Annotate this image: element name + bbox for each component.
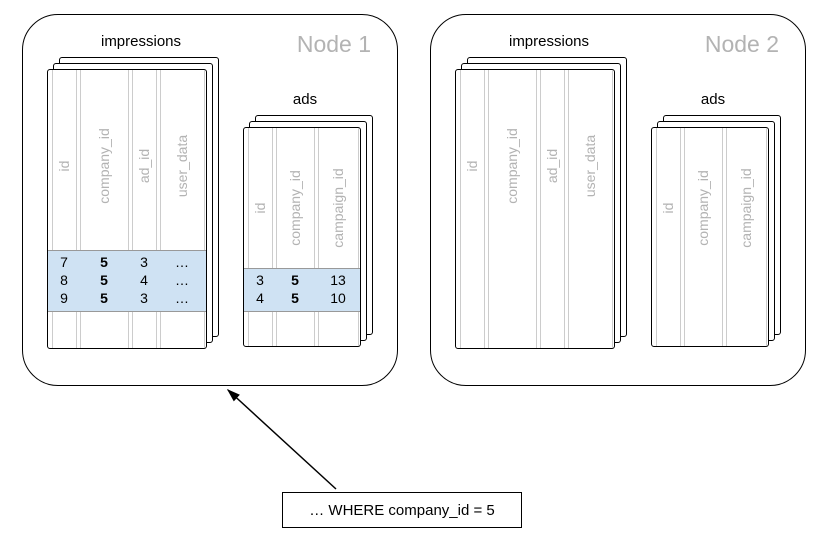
query-box: … WHERE company_id = 5 xyxy=(282,492,522,528)
arrow-query-to-node1 xyxy=(0,0,826,556)
query-text: … WHERE company_id = 5 xyxy=(309,502,495,519)
